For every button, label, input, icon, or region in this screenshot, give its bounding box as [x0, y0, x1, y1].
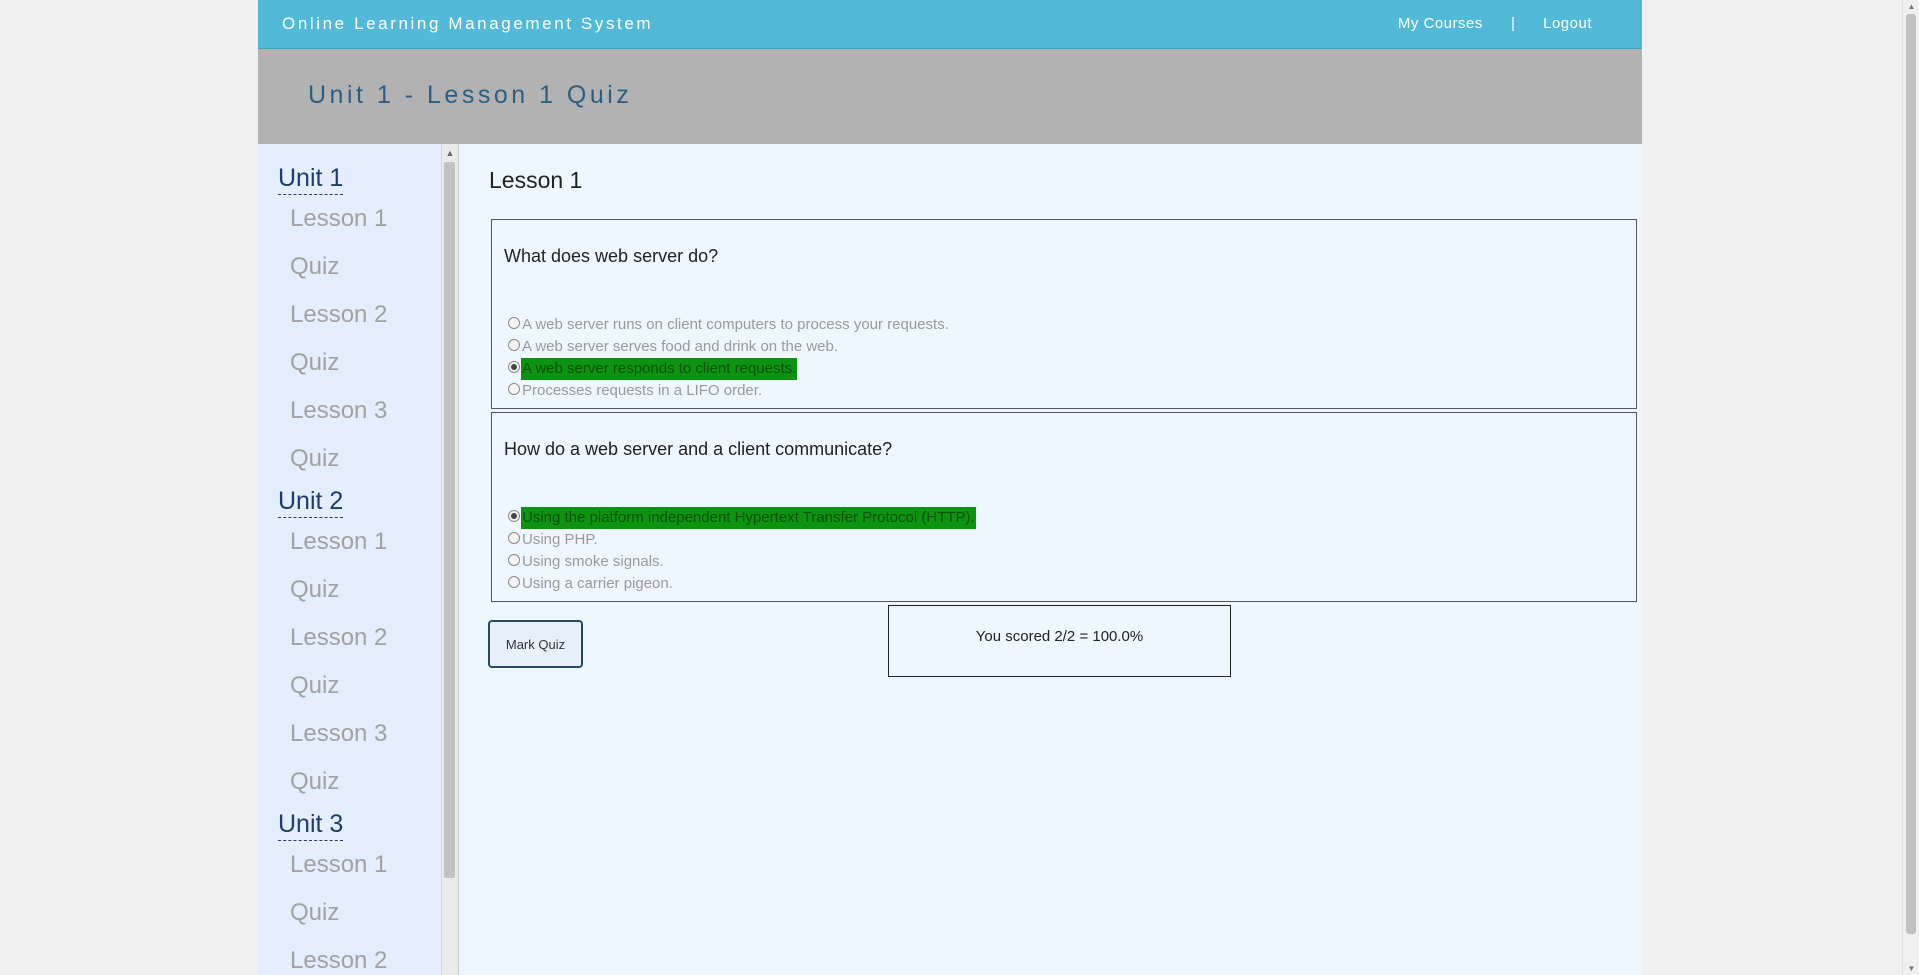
option-label: Using the platform independent Hypertext…	[521, 507, 976, 529]
score-box: You scored 2/2 = 100.0%	[888, 605, 1231, 677]
option-label: Processes requests in a LIFO order.	[522, 382, 763, 399]
question-text: What does web server do?	[504, 246, 719, 266]
answer-options: Using the platform independent Hypertext…	[508, 507, 976, 595]
radio-button-selected[interactable]	[508, 510, 520, 523]
radio-button[interactable]	[508, 576, 520, 589]
radio-button[interactable]	[508, 554, 520, 567]
main-divider	[458, 144, 459, 975]
scroll-up-arrow-icon[interactable]: ▲	[1903, 2, 1919, 11]
app-window: Online Learning Management System My Cou…	[258, 0, 1642, 975]
page-title: Unit 1 - Lesson 1 Quiz	[308, 81, 633, 109]
nav-separator: |	[1511, 14, 1515, 32]
sidebar-item-unit3-lesson2[interactable]: Lesson 2	[290, 937, 441, 975]
sidebar-item-unit1-quiz1[interactable]: Quiz	[290, 243, 441, 291]
option-label: Using smoke signals.	[522, 553, 664, 570]
sidebar-item-unit1-lesson3[interactable]: Lesson 3	[290, 387, 441, 435]
option-label: A web server responds to client requests…	[521, 358, 798, 380]
option-label: A web server runs on client computers to…	[522, 316, 949, 333]
sidebar-unit-1[interactable]: Unit 1	[278, 164, 344, 195]
mark-quiz-button[interactable]: Mark Quiz	[488, 620, 583, 668]
top-navbar: Online Learning Management System My Cou…	[258, 0, 1642, 49]
answer-option[interactable]: Using smoke signals.	[508, 551, 976, 573]
question-card-2: How do a web server and a client communi…	[491, 412, 1637, 602]
page-banner: Unit 1 - Lesson 1 Quiz	[258, 49, 1642, 144]
top-nav: My Courses | Logout	[1398, 14, 1592, 32]
sidebar-item-unit1-quiz2[interactable]: Quiz	[290, 339, 441, 387]
score-text: You scored 2/2 = 100.0%	[975, 628, 1144, 645]
sidebar-item-unit1-lesson2[interactable]: Lesson 2	[290, 291, 441, 339]
question-text: How do a web server and a client communi…	[504, 439, 893, 459]
sidebar-item-unit1-quiz3[interactable]: Quiz	[290, 435, 441, 483]
answer-option-correct[interactable]: Using the platform independent Hypertext…	[508, 507, 976, 529]
radio-button[interactable]	[508, 383, 520, 396]
option-label: Using a carrier pigeon.	[522, 575, 673, 592]
sidebar-item-unit1-lesson1[interactable]: Lesson 1	[290, 195, 441, 243]
brand-title: Online Learning Management System	[282, 14, 654, 33]
sidebar-unit-3[interactable]: Unit 3	[278, 810, 344, 841]
sidebar-item-unit2-lesson3[interactable]: Lesson 3	[290, 710, 441, 758]
scroll-down-arrow-icon[interactable]: ▼	[1903, 964, 1919, 973]
radio-button-selected[interactable]	[508, 361, 520, 374]
option-label: A web server serves food and drink on th…	[522, 338, 839, 355]
scroll-up-arrow-icon[interactable]: ▲	[442, 148, 458, 158]
sidebar-item-unit3-quiz1[interactable]: Quiz	[290, 889, 441, 937]
page-scroll-thumb[interactable]	[1906, 14, 1916, 934]
answer-option[interactable]: A web server serves food and drink on th…	[508, 336, 950, 358]
answer-option[interactable]: A web server runs on client computers to…	[508, 314, 950, 336]
my-courses-link[interactable]: My Courses	[1398, 15, 1483, 32]
sidebar-item-unit2-quiz3[interactable]: Quiz	[290, 758, 441, 806]
answer-option[interactable]: Processes requests in a LIFO order.	[508, 380, 950, 402]
sidebar-item-unit3-lesson1[interactable]: Lesson 1	[290, 841, 441, 889]
option-label: Using PHP.	[522, 531, 598, 548]
radio-button[interactable]	[508, 532, 520, 545]
sidebar-item-unit2-lesson2[interactable]: Lesson 2	[290, 614, 441, 662]
answer-option[interactable]: Using PHP.	[508, 529, 976, 551]
answer-options: A web server runs on client computers to…	[508, 314, 950, 402]
question-card-1: What does web server do? A web server ru…	[491, 219, 1637, 409]
radio-button[interactable]	[508, 317, 520, 330]
logout-link[interactable]: Logout	[1543, 15, 1592, 32]
sidebar-unit-2[interactable]: Unit 2	[278, 487, 344, 518]
course-sidebar: Unit 1 Lesson 1 Quiz Lesson 2 Quiz Lesso…	[258, 144, 441, 975]
answer-option-correct[interactable]: A web server responds to client requests…	[508, 358, 950, 380]
radio-button[interactable]	[508, 339, 520, 352]
sidebar-item-unit2-quiz1[interactable]: Quiz	[290, 566, 441, 614]
sidebar-scroll-thumb[interactable]	[444, 162, 455, 878]
sidebar-item-unit2-lesson1[interactable]: Lesson 1	[290, 518, 441, 566]
answer-option[interactable]: Using a carrier pigeon.	[508, 573, 976, 595]
lesson-title: Lesson 1	[489, 167, 583, 193]
sidebar-scrollbar[interactable]: ▲	[441, 144, 458, 975]
page-scrollbar[interactable]: ▲ ▼	[1902, 0, 1919, 975]
sidebar-item-unit2-quiz2[interactable]: Quiz	[290, 662, 441, 710]
